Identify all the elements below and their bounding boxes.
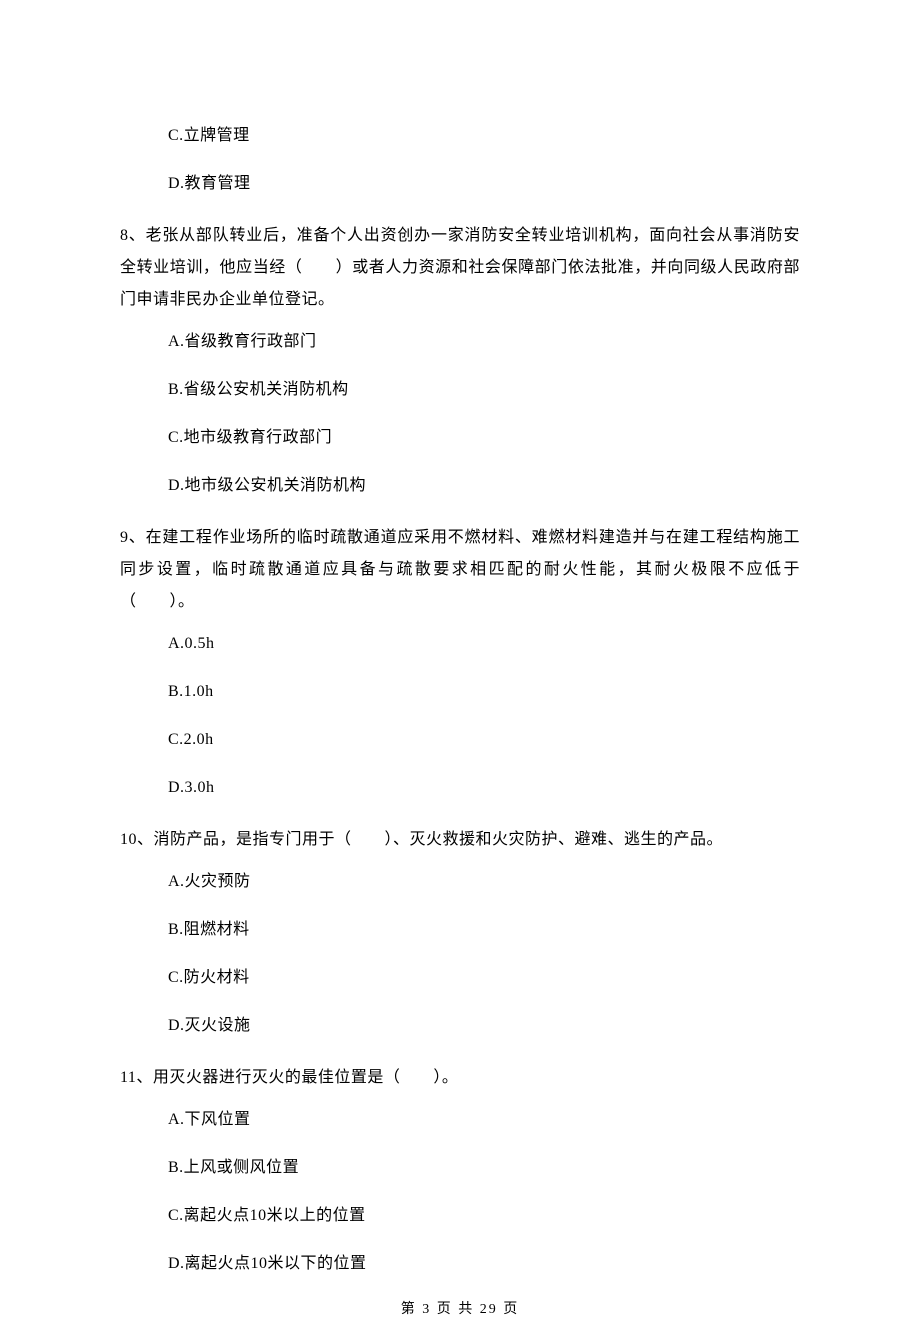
option-item: A.0.5h xyxy=(120,632,800,656)
question-text: 8、老张从部队转业后，准备个人出资创办一家消防安全转业培训机构，面向社会从事消防… xyxy=(120,220,800,316)
question-text: 10、消防产品，是指专门用于（ ）、灭火救援和火灾防护、避难、逃生的产品。 xyxy=(120,824,800,856)
page-footer: 第 3 页 共 29 页 xyxy=(0,1299,920,1320)
option-item: A.下风位置 xyxy=(120,1108,800,1132)
option-item: C.离起火点10米以上的位置 xyxy=(120,1204,800,1228)
question-text: 11、用灭火器进行灭火的最佳位置是（ ）。 xyxy=(120,1062,800,1094)
option-item: A.火灾预防 xyxy=(120,870,800,894)
option-item: C.地市级教育行政部门 xyxy=(120,426,800,450)
option-item: B.上风或侧风位置 xyxy=(120,1156,800,1180)
option-item: A.省级教育行政部门 xyxy=(120,330,800,354)
document-page: C.立牌管理 D.教育管理 8、老张从部队转业后，准备个人出资创办一家消防安全转… xyxy=(0,0,920,1340)
option-item: D.3.0h xyxy=(120,776,800,800)
option-item: B.1.0h xyxy=(120,680,800,704)
option-item: D.灭火设施 xyxy=(120,1014,800,1038)
option-item: B.阻燃材料 xyxy=(120,918,800,942)
option-item: C.防火材料 xyxy=(120,966,800,990)
option-item: D.地市级公安机关消防机构 xyxy=(120,474,800,498)
option-item: D.离起火点10米以下的位置 xyxy=(120,1252,800,1276)
question-text: 9、在建工程作业场所的临时疏散通道应采用不燃材料、难燃材料建造并与在建工程结构施… xyxy=(120,522,800,618)
option-item: D.教育管理 xyxy=(120,172,800,196)
option-item: C.2.0h xyxy=(120,728,800,752)
option-item: C.立牌管理 xyxy=(120,124,800,148)
option-item: B.省级公安机关消防机构 xyxy=(120,378,800,402)
